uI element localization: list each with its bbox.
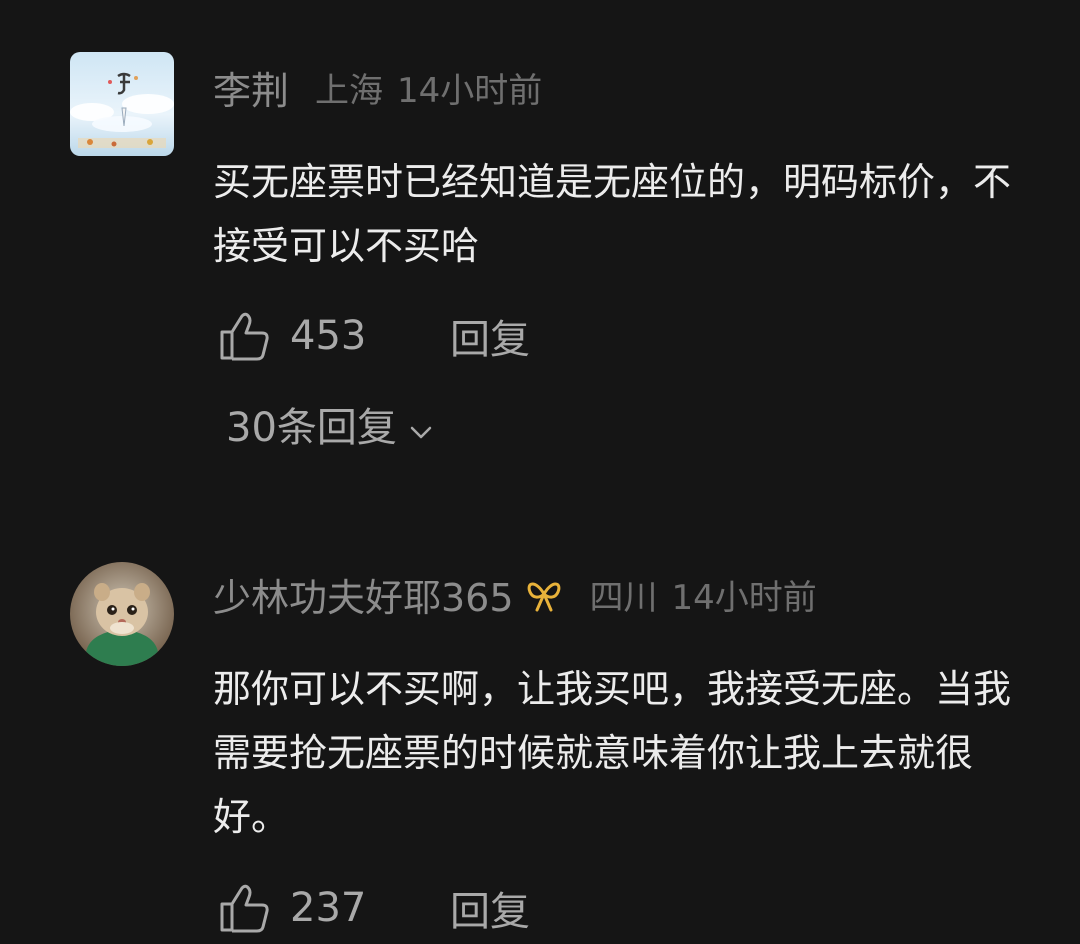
username[interactable]: 李荆 (213, 60, 289, 115)
reply-button[interactable]: 回复 (450, 879, 530, 937)
username[interactable]: 少林功夫好耶365 (213, 567, 514, 622)
comment-header: 少林功夫好耶365 四川 14小时前 (213, 567, 817, 622)
reply-button[interactable]: 回复 (450, 307, 530, 365)
hamster-photo-avatar (70, 562, 174, 666)
timestamp: 14小时前 (397, 70, 543, 111)
comment-actions: 237 回复 (218, 878, 530, 938)
avatar[interactable] (70, 52, 174, 156)
avatar[interactable] (70, 562, 174, 666)
replies-count-label: 30条回复 (226, 405, 397, 451)
comment-meta: 四川 14小时前 (590, 570, 817, 619)
chevron-down-icon (407, 410, 435, 439)
thumbs-up-icon[interactable] (218, 308, 274, 364)
location: 上海 (315, 70, 384, 111)
location: 四川 (589, 577, 658, 618)
like-count: 453 (290, 313, 367, 359)
comment-text: 买无座票时已经知道是无座位的，明码标价，不接受可以不买哈 (213, 160, 1012, 268)
timestamp: 14小时前 (671, 577, 817, 618)
thumbs-up-icon[interactable] (218, 880, 274, 936)
illustrated-sky-avatar (70, 52, 174, 156)
like-count: 237 (290, 885, 367, 931)
gold-ribbon-badge-icon (524, 574, 564, 614)
comment-actions: 453 回复 (218, 306, 530, 366)
comment-header: 李荆 上海 14小时前 (213, 60, 542, 115)
comment-meta: 上海 14小时前 (315, 63, 542, 112)
view-replies-button[interactable]: 30条回复 (226, 396, 435, 452)
comment-text: 那你可以不买啊，让我买吧，我接受无座。当我需要抢无座票的时候就意味着你让我上去就… (213, 667, 1012, 839)
